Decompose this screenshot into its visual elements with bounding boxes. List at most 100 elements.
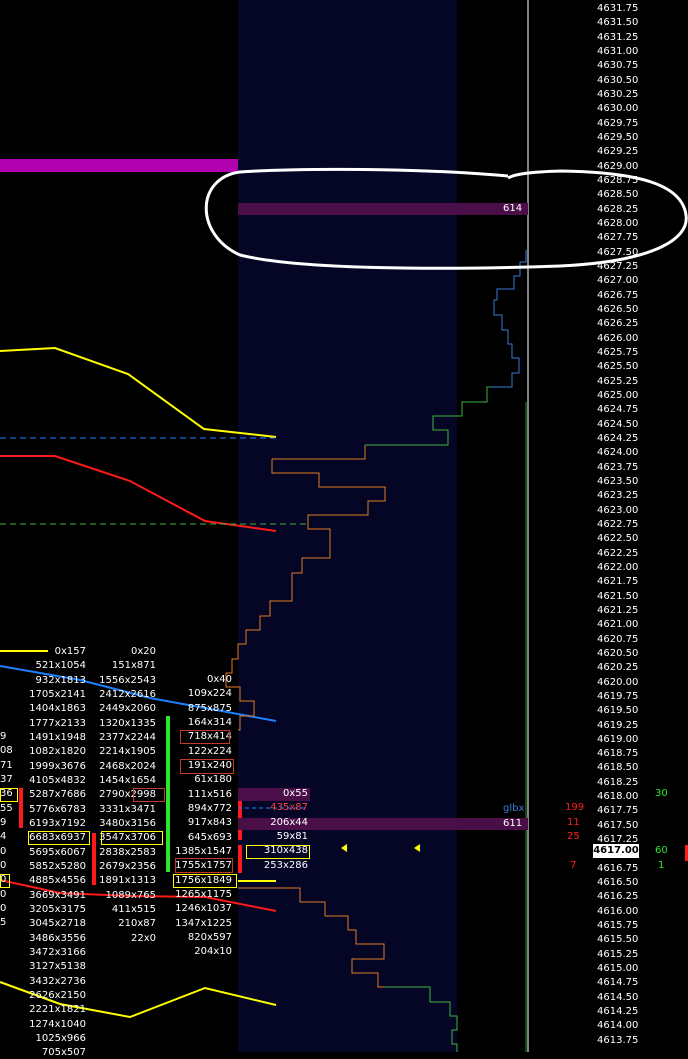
- right-red-number: 25: [567, 831, 580, 842]
- footprint-cell: 2679x2356: [99, 860, 156, 872]
- price-tick: 4622.50: [597, 533, 639, 545]
- price-tick: 4626.50: [597, 303, 639, 315]
- footprint-cell: 204x10: [194, 946, 232, 958]
- red-box-2: [180, 759, 234, 774]
- footprint-cell: 1404x1863: [29, 703, 86, 715]
- footprint-cell: 0x55: [282, 788, 308, 799]
- footprint-cell: 5287x7686: [29, 789, 86, 801]
- price-tick: 4616.00: [597, 905, 639, 917]
- footprint-cell: 2214x1905: [99, 746, 156, 758]
- glbx-label: glbx: [503, 803, 525, 814]
- footprint-cell: 1025x966: [35, 1032, 86, 1044]
- edge-fragment: 37: [0, 773, 13, 785]
- footprint-cell: 22x0: [130, 932, 156, 944]
- price-tick: 4627.00: [597, 275, 639, 287]
- price-tick: 4619.50: [597, 705, 639, 717]
- right-green-number: 60: [655, 845, 668, 856]
- footprint-cell: 1777x2133: [29, 717, 86, 729]
- price-tick: 4623.50: [597, 475, 639, 487]
- footprint-cell: 0x20: [130, 646, 156, 657]
- price-tick: 4615.00: [597, 963, 639, 975]
- price-tick: 4625.00: [597, 389, 639, 401]
- price-tick: 4615.50: [597, 934, 639, 946]
- footprint-cell: 2468x2024: [99, 760, 156, 772]
- price-tick: 4629.25: [597, 146, 639, 158]
- price-tick: 4627.75: [597, 232, 639, 244]
- red-upper-line: [0, 455, 277, 532]
- price-tick: 4617.50: [597, 819, 639, 831]
- footprint-cell: 3486x3556: [29, 932, 86, 944]
- price-tick: 4628.75: [597, 174, 639, 186]
- price-tick: 4630.75: [597, 60, 639, 72]
- right-red-number: 7: [570, 860, 577, 871]
- edge-fragment: 08: [0, 745, 13, 757]
- footprint-cell: 109x224: [187, 688, 232, 700]
- price-tick: 4628.50: [597, 189, 639, 201]
- volume-bar-top: [238, 203, 528, 215]
- footprint-cell: 206x44: [270, 816, 308, 828]
- price-tick: 4625.75: [597, 346, 639, 358]
- footprint-cell: 1082x1820: [29, 746, 86, 758]
- footprint-cell: 917x843: [187, 817, 232, 829]
- footprint-cell: 1246x1037: [175, 903, 232, 915]
- price-tick: 4629.00: [597, 160, 639, 172]
- footprint-cell: 705x507: [41, 1047, 86, 1059]
- edge-fragment: 0: [0, 845, 7, 857]
- right-red-number: 11: [567, 817, 580, 828]
- edge-fragment: 55: [0, 802, 13, 814]
- price-tick: 4620.00: [597, 676, 639, 688]
- highlight-box-edge2: [0, 874, 10, 888]
- footprint-cell: 875x875: [187, 702, 232, 714]
- price-tick: 4621.00: [597, 619, 639, 631]
- edge-fragment: 5: [0, 917, 7, 929]
- highlight-box-col2: [101, 831, 163, 845]
- footprint-cell: 2626x2150: [29, 989, 86, 1001]
- price-tick: 4622.75: [597, 518, 639, 530]
- footprint-cell: 6193x7192: [29, 817, 86, 829]
- price-tick: 4618.75: [597, 748, 639, 760]
- footprint-cell: 4885x4556: [29, 875, 86, 887]
- footprint-cell: 61x180: [194, 774, 232, 786]
- footprint-cell: 1556x2543: [99, 674, 156, 686]
- footprint-cell: 253x286: [263, 859, 308, 871]
- price-tick: 4619.00: [597, 733, 639, 745]
- price-tick: 4627.50: [597, 246, 639, 258]
- footprint-cell: 164x314: [187, 716, 232, 728]
- footprint-cell: 1265x1175: [175, 888, 232, 900]
- price-tick: 4631.25: [597, 31, 639, 43]
- edge-fragment: 71: [0, 759, 13, 771]
- current-price-label: 4617.00: [593, 844, 639, 858]
- price-tick: 4624.50: [597, 418, 639, 430]
- right-green-number: 1: [658, 860, 665, 871]
- red-marker-1: [19, 788, 23, 828]
- footprint-cell: 1089x765: [105, 889, 156, 901]
- blue-volume-profile-upper: [490, 250, 527, 388]
- footprint-cell: 2377x2244: [99, 731, 156, 743]
- footprint-cell: 210x87: [118, 918, 156, 930]
- price-tick: 4629.75: [597, 117, 639, 129]
- price-tick: 4623.00: [597, 504, 639, 516]
- price-tick: 4623.25: [597, 490, 639, 502]
- footprint-cell: 1705x2141: [29, 688, 86, 700]
- highlight-box-col1: [28, 831, 90, 845]
- footprint-cell: 1891x1313: [99, 875, 156, 887]
- footprint-cell: 3669x3491: [29, 889, 86, 901]
- footprint-cell: 3127x5138: [29, 961, 86, 973]
- price-tick: 4617.75: [597, 805, 639, 817]
- price-tick: 4618.25: [597, 776, 639, 788]
- price-tick: 4614.75: [597, 977, 639, 989]
- footprint-cell: 3480x3156: [99, 817, 156, 829]
- footprint-cell: 645x693: [187, 831, 232, 843]
- footprint-cell: 2838x2583: [99, 846, 156, 858]
- footprint-cell: 3331x3471: [99, 803, 156, 815]
- price-tick: 4628.25: [597, 203, 639, 215]
- footprint-cell: 1274x1040: [29, 1018, 86, 1030]
- footprint-cell: 2412x2616: [99, 688, 156, 700]
- profile-panel: [238, 0, 457, 1052]
- footprint-cell: 4105x4832: [29, 774, 86, 786]
- green-marker-1: [166, 716, 170, 872]
- price-tick: 4619.25: [597, 719, 639, 731]
- red-marker-4: [238, 845, 242, 873]
- edge-fragment: 4: [0, 831, 7, 843]
- price-tick: 4614.50: [597, 991, 639, 1003]
